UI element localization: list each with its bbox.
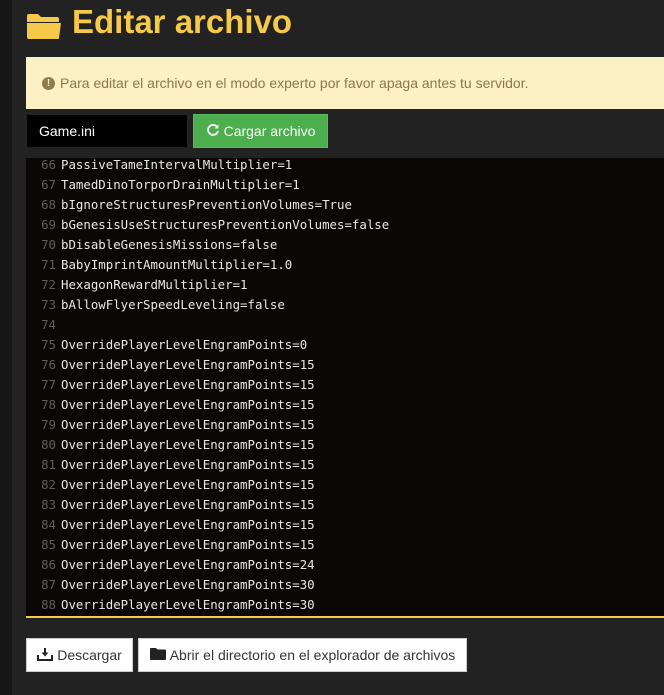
line-number: 76 [41, 357, 56, 372]
line-text: bAllowFlyerSpeedLeveling=false [61, 297, 285, 312]
line-text: OverridePlayerLevelEngramPoints=15 [61, 377, 315, 392]
code-line: 66 PassiveTameIntervalMultiplier=1 [26, 158, 664, 175]
page-title-text: Editar archivo [72, 3, 293, 40]
refresh-icon [206, 123, 224, 140]
line-number: 84 [41, 517, 56, 532]
folder-icon [149, 647, 170, 663]
load-file-label: Cargar archivo [223, 123, 316, 139]
code-line: 68 bIgnoreStructuresPreventionVolumes=Tru… [26, 195, 664, 215]
line-number: 86 [41, 557, 56, 572]
line-number: 69 [41, 217, 56, 232]
line-number: 88 [41, 597, 56, 612]
page-title: Editar archivo [26, 2, 292, 42]
code-line: 84 OverridePlayerLevelEngramPoints=15 [26, 515, 664, 535]
line-number: 68 [41, 197, 56, 212]
line-number: 85 [41, 537, 56, 552]
code-editor[interactable]: 66 PassiveTameIntervalMultiplier=1 67 Tamed… [26, 158, 664, 618]
line-text: OverridePlayerLevelEngramPoints=15 [61, 477, 315, 492]
line-text: PassiveTameIntervalMultiplier=1 [61, 158, 293, 172]
line-text: OverridePlayerLevelEngramPoints=15 [61, 497, 315, 512]
line-number: 71 [41, 257, 56, 272]
line-text: bGenesisUseStructuresPreventionVolumes=f… [61, 217, 390, 232]
line-text: OverridePlayerLevelEngramPoints=15 [61, 357, 315, 372]
line-number: 82 [41, 477, 56, 492]
code-line: 74 [26, 315, 664, 335]
code-line: 83 OverridePlayerLevelEngramPoints=15 [26, 495, 664, 515]
code-line: 78 OverridePlayerLevelEngramPoints=15 [26, 395, 664, 415]
line-number: 75 [41, 337, 56, 352]
alert-text: Para editar el archivo en el modo expert… [60, 75, 529, 91]
download-icon [37, 647, 57, 664]
line-text: HexagonRewardMultiplier=1 [61, 277, 248, 292]
line-number: 87 [41, 577, 56, 592]
line-text: OverridePlayerLevelEngramPoints=15 [61, 537, 315, 552]
line-text: OverridePlayerLevelEngramPoints=30 [61, 577, 315, 592]
line-text: TamedDinoTorporDrainMultiplier=1 [61, 177, 300, 192]
line-text: OverridePlayerLevelEngramPoints=15 [61, 397, 315, 412]
line-text: OverridePlayerLevelEngramPoints=0 [61, 337, 308, 352]
line-text: OverridePlayerLevelEngramPoints=15 [61, 417, 315, 432]
folder-open-icon [26, 10, 62, 39]
code-line: 85 OverridePlayerLevelEngramPoints=15 [26, 535, 664, 555]
code-line: 88 OverridePlayerLevelEngramPoints=30 [26, 595, 664, 615]
code-line: 67 TamedDinoTorporDrainMultiplier=1 [26, 175, 664, 195]
code-line: 70 bDisableGenesisMissions=false [26, 235, 664, 255]
editor-lines: 66 PassiveTameIntervalMultiplier=1 67 Tamed… [26, 158, 664, 615]
code-line: 76 OverridePlayerLevelEngramPoints=15 [26, 355, 664, 375]
file-select-input[interactable] [27, 115, 187, 147]
line-number: 83 [41, 497, 56, 512]
line-number: 78 [41, 397, 56, 412]
line-text: BabyImprintAmountMultiplier=1.0 [61, 257, 293, 272]
open-explorer-button[interactable]: Abrir el directorio en el explorador de … [138, 638, 467, 672]
code-line: 80 OverridePlayerLevelEngramPoints=15 [26, 435, 664, 455]
line-number: 67 [41, 177, 56, 192]
line-text: bIgnoreStructuresPreventionVolumes=True [61, 197, 352, 212]
code-line: 73 bAllowFlyerSpeedLeveling=false [26, 295, 664, 315]
code-line: 77 OverridePlayerLevelEngramPoints=15 [26, 375, 664, 395]
line-number: 80 [41, 437, 56, 452]
line-number: 79 [41, 417, 56, 432]
line-text: OverridePlayerLevelEngramPoints=24 [61, 557, 315, 572]
code-line: 72 HexagonRewardMultiplier=1 [26, 275, 664, 295]
line-text: OverridePlayerLevelEngramPoints=15 [61, 437, 315, 452]
code-line: 71 BabyImprintAmountMultiplier=1.0 [26, 255, 664, 275]
line-text: OverridePlayerLevelEngramPoints=15 [61, 457, 315, 472]
line-text: bDisableGenesisMissions=false [61, 237, 278, 252]
open-explorer-label: Abrir el directorio en el explorador de … [169, 647, 456, 663]
line-number: 74 [41, 317, 56, 332]
download-button[interactable]: Descargar [26, 638, 133, 672]
line-number: 66 [41, 158, 56, 172]
download-label: Descargar [57, 647, 122, 663]
line-number: 81 [41, 457, 56, 472]
line-text: OverridePlayerLevelEngramPoints=30 [61, 597, 315, 612]
line-number: 72 [41, 277, 56, 292]
line-number: 73 [41, 297, 56, 312]
warning-alert: ! Para editar el archivo en el modo expe… [26, 57, 664, 109]
code-line: 82 OverridePlayerLevelEngramPoints=15 [26, 475, 664, 495]
code-line: 75 OverridePlayerLevelEngramPoints=0 [26, 335, 664, 355]
code-line: 87 OverridePlayerLevelEngramPoints=30 [26, 575, 664, 595]
code-line: 81 OverridePlayerLevelEngramPoints=15 [26, 455, 664, 475]
line-number: 77 [41, 377, 56, 392]
code-line: 86 OverridePlayerLevelEngramPoints=24 [26, 555, 664, 575]
code-line: 69 bGenesisUseStructuresPreventionVolumes… [26, 215, 664, 235]
exclamation-circle-icon: ! [42, 76, 55, 90]
line-text: OverridePlayerLevelEngramPoints=15 [61, 517, 315, 532]
load-file-button[interactable]: Cargar archivo [193, 114, 328, 148]
code-line: 79 OverridePlayerLevelEngramPoints=15 [26, 415, 664, 435]
line-number: 70 [41, 237, 56, 252]
